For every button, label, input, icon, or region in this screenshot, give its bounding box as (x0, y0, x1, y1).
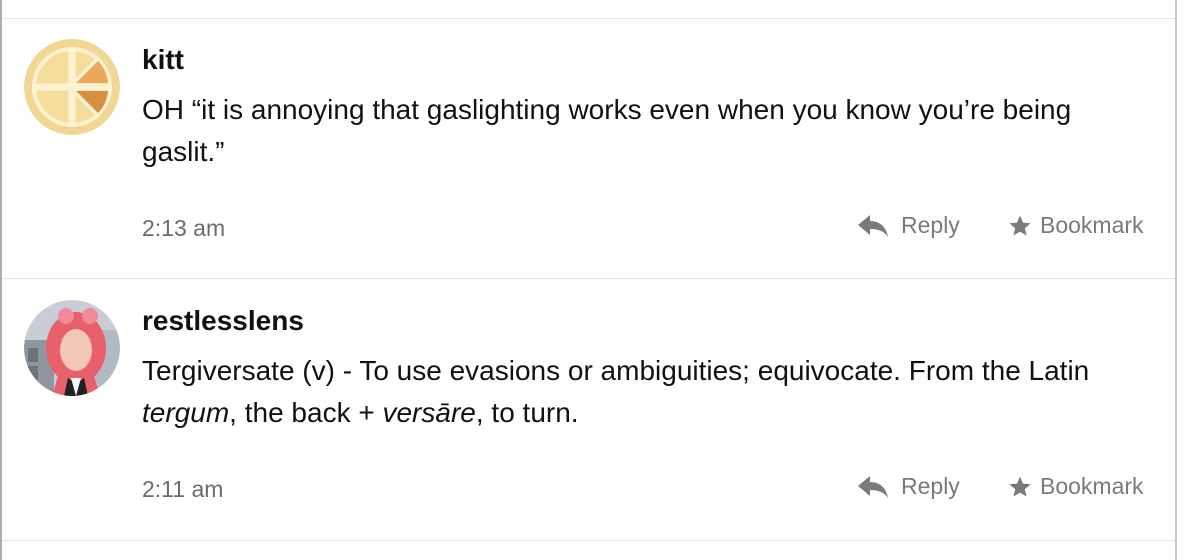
pink-hair-person-avatar-icon (24, 300, 120, 396)
star-icon (1008, 475, 1032, 499)
text-segment: , the back + (229, 397, 383, 428)
bookmark-label: Bookmark (1040, 473, 1144, 499)
username[interactable]: restlesslens (142, 304, 304, 338)
avatar[interactable] (24, 300, 120, 396)
timestamp[interactable]: 2:11 am (142, 476, 223, 503)
username[interactable]: kitt (142, 43, 184, 77)
bookmark-button[interactable]: Bookmark (1008, 212, 1144, 239)
reply-button[interactable]: Reply (857, 212, 960, 239)
divider (2, 540, 1175, 541)
text-segment: Tergiversate (v) - To use evasions or am… (142, 355, 1090, 386)
text-segment-italic: versāre (382, 397, 476, 428)
orange-slice-avatar-icon (24, 39, 120, 135)
reply-label: Reply (901, 473, 960, 499)
text-segment: , to turn. (475, 397, 579, 428)
reply-label: Reply (901, 212, 960, 238)
timestamp[interactable]: 2:13 am (142, 215, 225, 242)
reply-arrow-icon (857, 213, 889, 239)
post-text: Tergiversate (v) - To use evasions or am… (142, 350, 1122, 434)
bookmark-button[interactable]: Bookmark (1008, 473, 1144, 500)
star-icon (1008, 214, 1032, 238)
post-item: restlesslens Tergiversate (v) - To use e… (2, 280, 1175, 540)
timeline-panel: kitt OH “it is annoying that gaslighting… (0, 0, 1177, 560)
divider (2, 278, 1175, 279)
reply-button[interactable]: Reply (857, 473, 960, 500)
text-segment-italic: tergum (142, 397, 230, 428)
bookmark-label: Bookmark (1040, 212, 1144, 238)
post-item: kitt OH “it is annoying that gaslighting… (2, 19, 1175, 279)
background-window-edge (1177, 0, 1184, 560)
post-text: OH “it is annoying that gaslighting work… (142, 94, 1072, 167)
avatar[interactable] (24, 39, 120, 135)
reply-arrow-icon (857, 474, 889, 500)
